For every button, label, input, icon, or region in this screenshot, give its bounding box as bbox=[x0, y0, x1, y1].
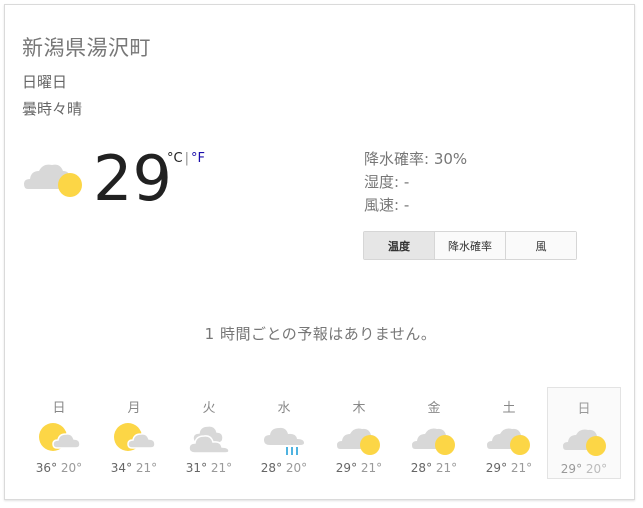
forecast-day-selected[interactable]: 日 29° 20° bbox=[547, 387, 621, 479]
humidity: 湿度: - bbox=[364, 173, 410, 191]
forecast-day[interactable]: 土 29° 21° bbox=[472, 387, 546, 479]
forecast-day[interactable]: 木 29° 21° bbox=[322, 387, 396, 479]
weather-card: 新潟県湯沢町 日曜日 曇時々晴 29 °C | °F 降水確率: 30% 湿度: -… bbox=[4, 4, 635, 500]
forecast-high: 28° bbox=[260, 461, 283, 475]
forecast-day-name: 土 bbox=[502, 401, 516, 416]
weather-details: 降水確率: 30% 湿度: - 風速: - bbox=[364, 148, 467, 217]
forecast-day-name: 水 bbox=[277, 401, 291, 416]
forecast-low: 21° bbox=[510, 461, 533, 475]
forecast-day-name: 日 bbox=[52, 401, 66, 416]
forecast-temps: 29° 21° bbox=[322, 461, 396, 475]
forecast-low: 21° bbox=[360, 461, 383, 475]
forecast-high: 28° bbox=[410, 461, 433, 475]
forecast-day[interactable]: 月 34° 21° bbox=[97, 387, 171, 479]
forecast-temps: 28° 20° bbox=[247, 461, 321, 475]
partly-sunny-icon bbox=[412, 428, 455, 455]
location-title: 新潟県湯沢町 bbox=[22, 36, 151, 60]
forecast-low: 20° bbox=[60, 461, 83, 475]
forecast-temps: 29° 21° bbox=[472, 461, 546, 475]
tab-wind[interactable]: 風 bbox=[505, 232, 576, 259]
forecast-low: 21° bbox=[210, 461, 233, 475]
tab-precipitation[interactable]: 降水確率 bbox=[434, 232, 505, 259]
unit-separator: | bbox=[184, 151, 189, 166]
rain-icon bbox=[264, 427, 304, 455]
partly-sunny-icon bbox=[337, 428, 380, 455]
forecast-day[interactable]: 火 31° 21° bbox=[172, 387, 246, 479]
cloudy-icon bbox=[188, 425, 230, 454]
forecast-high: 29° bbox=[335, 461, 358, 475]
forecast-day-name: 木 bbox=[352, 401, 366, 416]
tab-temperature[interactable]: 温度 bbox=[364, 232, 434, 259]
forecast-day-name: 日 bbox=[577, 402, 591, 417]
day-label: 日曜日 bbox=[22, 73, 68, 91]
wind-speed: 風速: - bbox=[364, 196, 410, 214]
condition-label: 曇時々晴 bbox=[22, 100, 83, 118]
forecast-temps: 29° 20° bbox=[548, 462, 620, 476]
forecast-low: 21° bbox=[435, 461, 458, 475]
partly-sunny-icon bbox=[487, 428, 530, 455]
forecast-low: 20° bbox=[585, 462, 608, 476]
current-temperature: 29 bbox=[93, 142, 172, 215]
sun-cloud-icon bbox=[114, 423, 156, 451]
unit-toggle: °C | °F bbox=[167, 151, 205, 166]
fahrenheit-link[interactable]: °F bbox=[191, 151, 205, 166]
forecast-temps: 36° 20° bbox=[22, 461, 96, 475]
forecast-high: 34° bbox=[110, 461, 133, 475]
forecast-low: 20° bbox=[285, 461, 308, 475]
forecast-day[interactable]: 日 36° 20° bbox=[22, 387, 96, 479]
celsius-unit[interactable]: °C bbox=[167, 151, 183, 166]
forecast-day-name: 火 bbox=[202, 401, 216, 416]
metric-tabs: 温度 降水確率 風 bbox=[363, 231, 577, 260]
forecast-low: 21° bbox=[135, 461, 158, 475]
partly-sunny-icon bbox=[24, 164, 82, 197]
forecast-high: 36° bbox=[35, 461, 58, 475]
forecast-temps: 31° 21° bbox=[172, 461, 246, 475]
no-hourly-forecast-notice: 1 時間ごとの予報はありません。 bbox=[204, 325, 437, 343]
daily-forecast: 日 36° 20° 月 34° 21° 火 31° 21° 水 28° 20° … bbox=[22, 387, 622, 479]
forecast-temps: 34° 21° bbox=[97, 461, 171, 475]
forecast-temps: 28° 21° bbox=[397, 461, 471, 475]
forecast-day-name: 月 bbox=[127, 401, 141, 416]
precipitation-probability: 降水確率: 30% bbox=[364, 150, 468, 168]
forecast-day[interactable]: 水 28° 20° bbox=[247, 387, 321, 479]
sun-cloud-icon bbox=[39, 423, 81, 451]
partly-sunny-icon bbox=[563, 429, 606, 456]
forecast-day-name: 金 bbox=[427, 401, 441, 416]
forecast-high: 31° bbox=[185, 461, 208, 475]
forecast-high: 29° bbox=[560, 462, 583, 476]
forecast-day[interactable]: 金 28° 21° bbox=[397, 387, 471, 479]
forecast-high: 29° bbox=[485, 461, 508, 475]
